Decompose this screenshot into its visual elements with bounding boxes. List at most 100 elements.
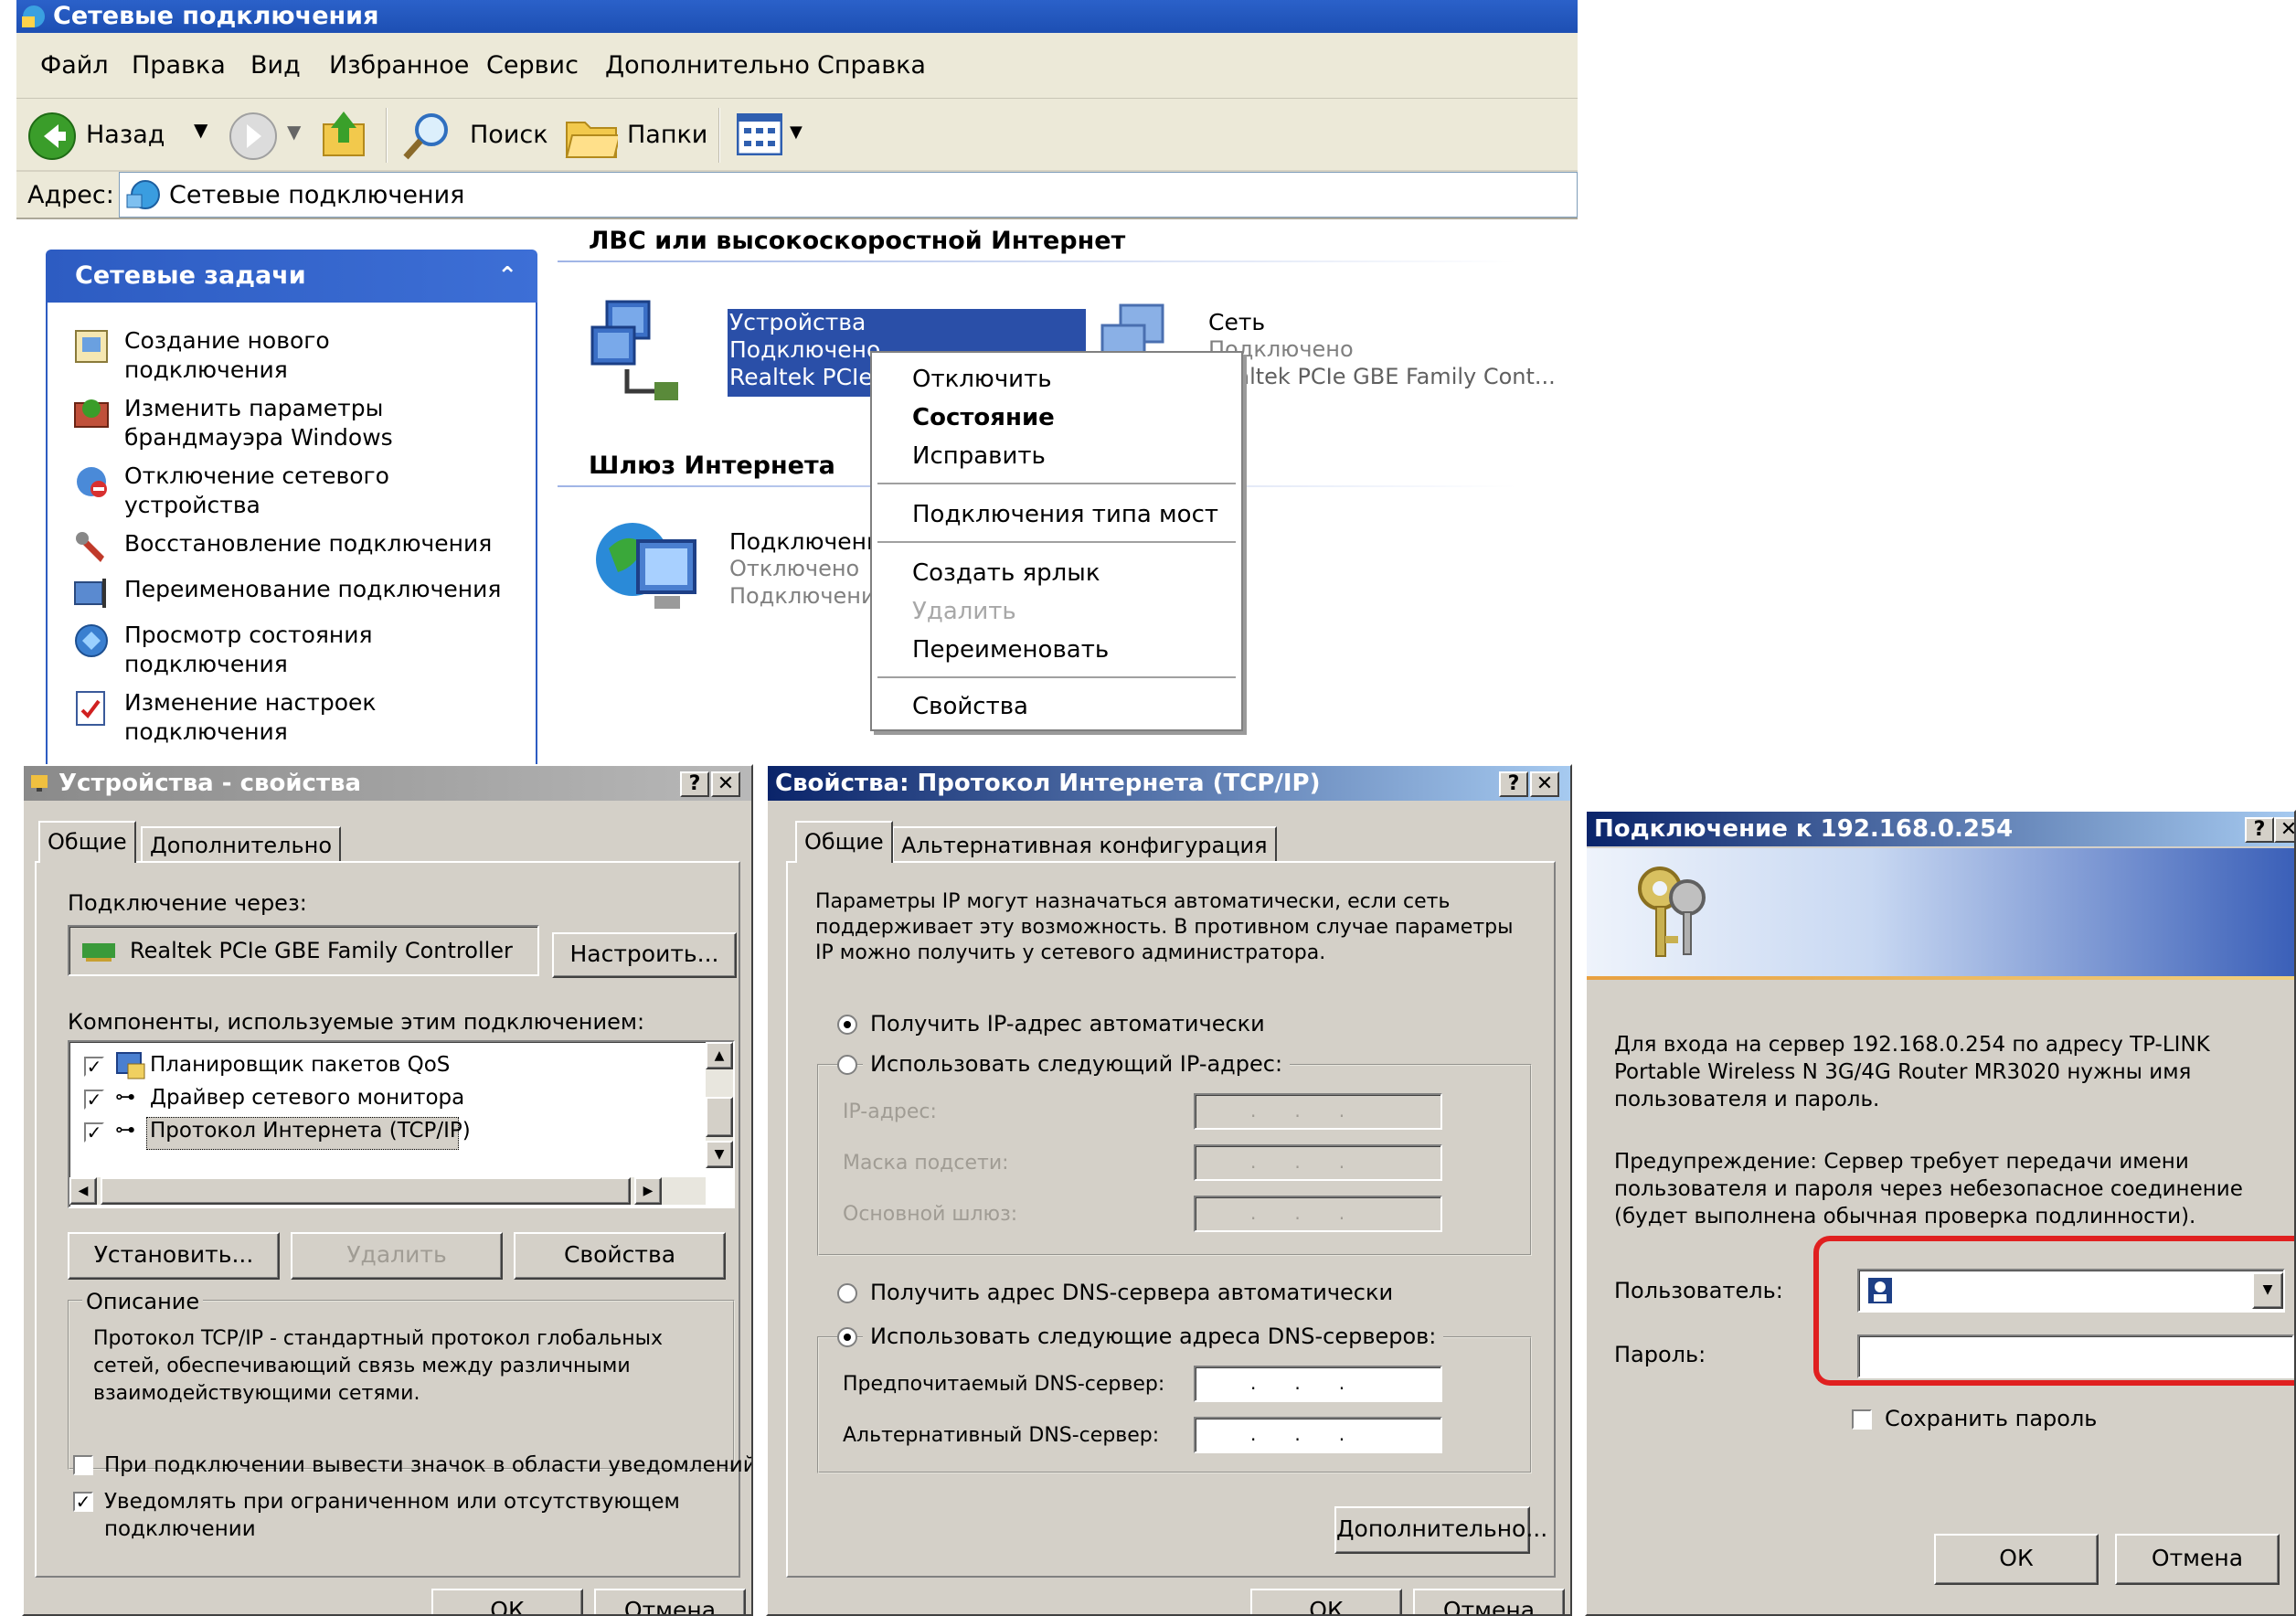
ok-button[interactable]: ОК [1934, 1534, 2099, 1585]
chevron-down-icon[interactable]: ▼ [2252, 1272, 2283, 1309]
dialog-titlebar[interactable]: Свойства: Протокол Интернета (TCP/IP) [768, 766, 1570, 801]
menu-item-disconnect[interactable]: Отключить [912, 366, 1052, 393]
configure-button[interactable]: Настроить... [552, 932, 737, 978]
menu-item-repair[interactable]: Исправить [912, 442, 1046, 470]
help-button[interactable]: ? [2245, 817, 2274, 843]
back-label: Назад [86, 121, 165, 149]
close-button[interactable]: ✕ [1530, 771, 1559, 797]
help-button[interactable]: ? [1499, 771, 1528, 797]
forward-dropdown-icon[interactable]: ▼ [287, 121, 301, 143]
components-list[interactable]: ✓ Планировщик пакетов QoS ✓ ⊶ Драйвер се… [68, 1040, 735, 1208]
menu-tools[interactable]: Сервис [486, 33, 579, 99]
folders-button[interactable]: Папки [565, 108, 711, 163]
description-title: Описание [82, 1289, 204, 1314]
component-checkbox[interactable]: ✓ [84, 1122, 104, 1143]
network-tasks-header[interactable]: Сетевые задачи ⌃ [46, 250, 537, 303]
component-checkbox[interactable]: ✓ [84, 1057, 104, 1077]
connection-adapter: Realtek PCIe GBE Family Cont... [1208, 364, 1556, 389]
close-button[interactable]: ✕ [711, 771, 740, 797]
notify-checkbox[interactable]: ✓ [73, 1492, 93, 1512]
chevron-down-icon[interactable]: ▼ [194, 119, 207, 141]
cancel-button[interactable]: Отмена [2115, 1534, 2280, 1585]
advanced-button[interactable]: Дополнительно... [1334, 1506, 1547, 1554]
default-gateway-field: ... [1194, 1196, 1442, 1232]
password-field[interactable] [1857, 1334, 2294, 1378]
properties-button[interactable]: Свойства [514, 1232, 726, 1280]
ok-button[interactable]: ОК [431, 1589, 583, 1614]
description-text: взаимодействующими сетями. [93, 1382, 420, 1405]
menu-view[interactable]: Вид [250, 33, 301, 99]
help-button[interactable]: ? [680, 771, 709, 797]
dialog-titlebar[interactable]: Устройства - свойства [24, 766, 751, 801]
menu-favorites[interactable]: Избранное [329, 33, 469, 99]
menu-item-properties[interactable]: Свойства [912, 693, 1028, 720]
component-checkbox[interactable]: ✓ [84, 1090, 104, 1110]
ok-button[interactable]: ОК [1250, 1589, 1402, 1614]
menu-item-shortcut[interactable]: Создать ярлык [912, 559, 1100, 587]
save-password-checkbox[interactable] [1852, 1409, 1872, 1430]
menu-help[interactable]: Справка [817, 33, 926, 99]
save-password-label: Сохранить пароль [1885, 1406, 2098, 1431]
folders-label: Папки [627, 121, 708, 149]
dialog-title: Подключение к 192.168.0.254 [1594, 815, 2014, 843]
auto-ip-radio[interactable] [837, 1015, 857, 1035]
scroll-thumb[interactable] [101, 1177, 631, 1205]
alternate-dns-field[interactable]: ... [1194, 1417, 1442, 1453]
user-combobox[interactable]: ▼ [1857, 1269, 2285, 1313]
menu-advanced[interactable]: Дополнительно [605, 33, 810, 99]
forward-arrow-icon[interactable] [229, 112, 278, 161]
cancel-button[interactable]: Отмена [594, 1589, 746, 1614]
gateway-label: Основной шлюз: [843, 1203, 1018, 1226]
tab-general[interactable]: Общие [38, 821, 136, 863]
menu-file[interactable]: Файл [40, 33, 109, 99]
explorer-titlebar[interactable]: Сетевые подключения [16, 0, 1578, 33]
show-icon-checkbox[interactable] [73, 1455, 93, 1475]
menu-item-bridge[interactable]: Подключения типа мост [912, 501, 1218, 528]
login-dialog: Подключение к 192.168.0.254 ? ✕ Для вход… [1585, 810, 2296, 1616]
cancel-button[interactable]: Отмена [1413, 1589, 1565, 1614]
manual-dns-radio[interactable] [837, 1327, 857, 1347]
scroll-right-icon[interactable]: ▶ [634, 1177, 662, 1205]
tab-advanced[interactable]: Дополнительно [141, 826, 342, 863]
close-button[interactable]: ✕ [2274, 817, 2294, 843]
remove-button: Удалить [291, 1232, 503, 1280]
ip-dots: ... [1250, 1151, 1384, 1173]
ip-dots: ... [1250, 1372, 1384, 1394]
menu-item-status[interactable]: Состояние [912, 404, 1055, 431]
search-button[interactable]: Поиск [397, 108, 561, 163]
scroll-left-icon[interactable]: ◀ [69, 1177, 97, 1205]
dialog-title: Свойства: Протокол Интернета (TCP/IP) [775, 770, 1321, 797]
tab-alternate-config[interactable]: Альтернативная конфигурация [892, 826, 1277, 863]
alternate-dns-label: Альтернативный DNS-сервер: [843, 1424, 1160, 1447]
horizontal-scrollbar[interactable]: ◀ ▶ [69, 1177, 706, 1205]
dialog-titlebar[interactable]: Подключение к 192.168.0.254 [1587, 812, 2294, 846]
connection-status: Подключено [729, 336, 881, 363]
scroll-down-icon[interactable]: ▼ [706, 1141, 733, 1168]
address-field[interactable]: Сетевые подключения [119, 172, 1578, 218]
install-button[interactable]: Установить... [68, 1232, 280, 1280]
search-icon [403, 113, 448, 160]
repair-wrench-icon [76, 532, 104, 562]
login-banner [1587, 848, 2294, 976]
menu-item-rename[interactable]: Переименовать [912, 636, 1109, 664]
scroll-up-icon[interactable]: ▲ [706, 1042, 733, 1069]
menu-edit[interactable]: Правка [132, 33, 226, 99]
ip-address-field: ... [1194, 1093, 1442, 1130]
vertical-scrollbar[interactable]: ▲ ▼ [706, 1042, 733, 1168]
collapse-icon[interactable]: ⌃ [497, 250, 517, 303]
back-button[interactable]: Назад ▼ [27, 108, 219, 163]
auto-ip-label: Получить IP-адрес автоматически [870, 1011, 1265, 1037]
scroll-thumb[interactable] [706, 1097, 733, 1137]
views-button[interactable]: ▼ [731, 110, 813, 161]
tab-general[interactable]: Общие [795, 821, 893, 863]
login-warning: (будет выполнена обычная проверка подлин… [1614, 1205, 2196, 1228]
preferred-dns-field[interactable]: ... [1194, 1366, 1442, 1402]
disable-network-icon [77, 467, 107, 497]
network-connections-icon [126, 180, 160, 209]
auto-dns-radio[interactable] [837, 1283, 857, 1303]
up-folder-icon[interactable] [320, 108, 369, 161]
manual-ip-radio[interactable] [837, 1055, 857, 1075]
network-device-icon [31, 775, 48, 792]
explorer-title: Сетевые подключения [53, 2, 379, 30]
subnet-mask-field: ... [1194, 1144, 1442, 1181]
